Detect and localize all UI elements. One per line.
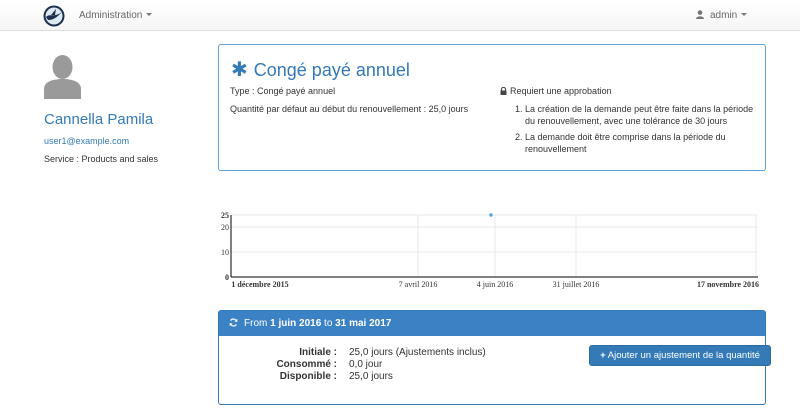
top-navbar: Administration admin (0, 0, 800, 31)
available-value: 25,0 jours (349, 371, 393, 382)
x-tick-label: 17 novembre 2016 (697, 280, 759, 289)
default-quantity-text: Quantité par défaut au début du renouvel… (230, 104, 469, 114)
leave-title: ✱ Congé payé annuel (231, 57, 410, 82)
x-tick-label: 4 juin 2016 (477, 280, 513, 289)
app-logo-icon[interactable] (43, 5, 65, 27)
administration-menu-label: Administration (79, 10, 143, 21)
rule-item: La demande doit être comprise dans la pé… (525, 131, 761, 155)
period-from-label: From (244, 318, 268, 329)
period-to-label: to (324, 318, 333, 329)
leave-type-panel: ✱ Congé payé annuel Type : Congé payé ann… (218, 44, 766, 171)
add-adjustment-label: Ajouter un ajustement de la quantité (607, 350, 760, 361)
user-service: Service : Products and sales (44, 154, 159, 164)
period-end: 31 mai 2017 (335, 318, 392, 329)
avatar (44, 55, 81, 99)
user-icon (696, 10, 704, 19)
chart-data-point (489, 213, 493, 217)
leave-type-text: Type : Congé payé annuel (230, 86, 336, 96)
leave-title-text: Congé payé annuel (253, 60, 410, 80)
y-tick-label: 0 (225, 273, 229, 282)
add-adjustment-button[interactable]: + Ajouter un ajustement de la quantité (589, 345, 771, 366)
chevron-down-icon (741, 13, 748, 16)
approval-required: Requiert une approbation (500, 86, 612, 96)
y-tick-label: 20 (221, 223, 229, 232)
x-tick-label: 7 avril 2016 (399, 280, 438, 289)
initial-value: 25,0 jours (Ajustements inclus) (349, 347, 486, 358)
user-email-link[interactable]: user1@example.com (44, 136, 129, 146)
balance-chart: 25 20 10 0 1 décembre 2015 7 avril 2016 … (221, 211, 759, 289)
user-menu[interactable]: admin (696, 10, 748, 21)
consumed-label: Consommé : (276, 359, 337, 370)
user-menu-label: admin (710, 10, 738, 21)
consumed-value: 0,0 jour (349, 359, 383, 370)
chevron-down-icon (146, 13, 153, 16)
rule-item: La création de la demande peut être fait… (525, 103, 761, 127)
x-tick-label: 1 décembre 2015 (231, 280, 288, 289)
y-tick-label: 10 (221, 248, 229, 257)
asterisk-icon: ✱ (231, 59, 248, 81)
y-tick-label: 25 (221, 211, 229, 220)
x-tick-label: 31 juillet 2016 (553, 280, 600, 289)
period-header: From 1 juin 2016 to 31 mai 2017 (219, 311, 765, 336)
rules-list: La création de la demande peut être fait… (525, 103, 761, 159)
period-start: 1 juin 2016 (270, 318, 322, 329)
available-label: Disponible : (279, 371, 337, 382)
user-name: Cannella Pamila (44, 111, 154, 128)
refresh-icon (229, 318, 238, 327)
plus-icon: + (600, 350, 606, 361)
lock-icon (500, 87, 507, 95)
approval-label: Requiert une approbation (510, 86, 612, 96)
initial-label: Initiale : (299, 347, 337, 358)
administration-menu[interactable]: Administration (79, 10, 153, 21)
